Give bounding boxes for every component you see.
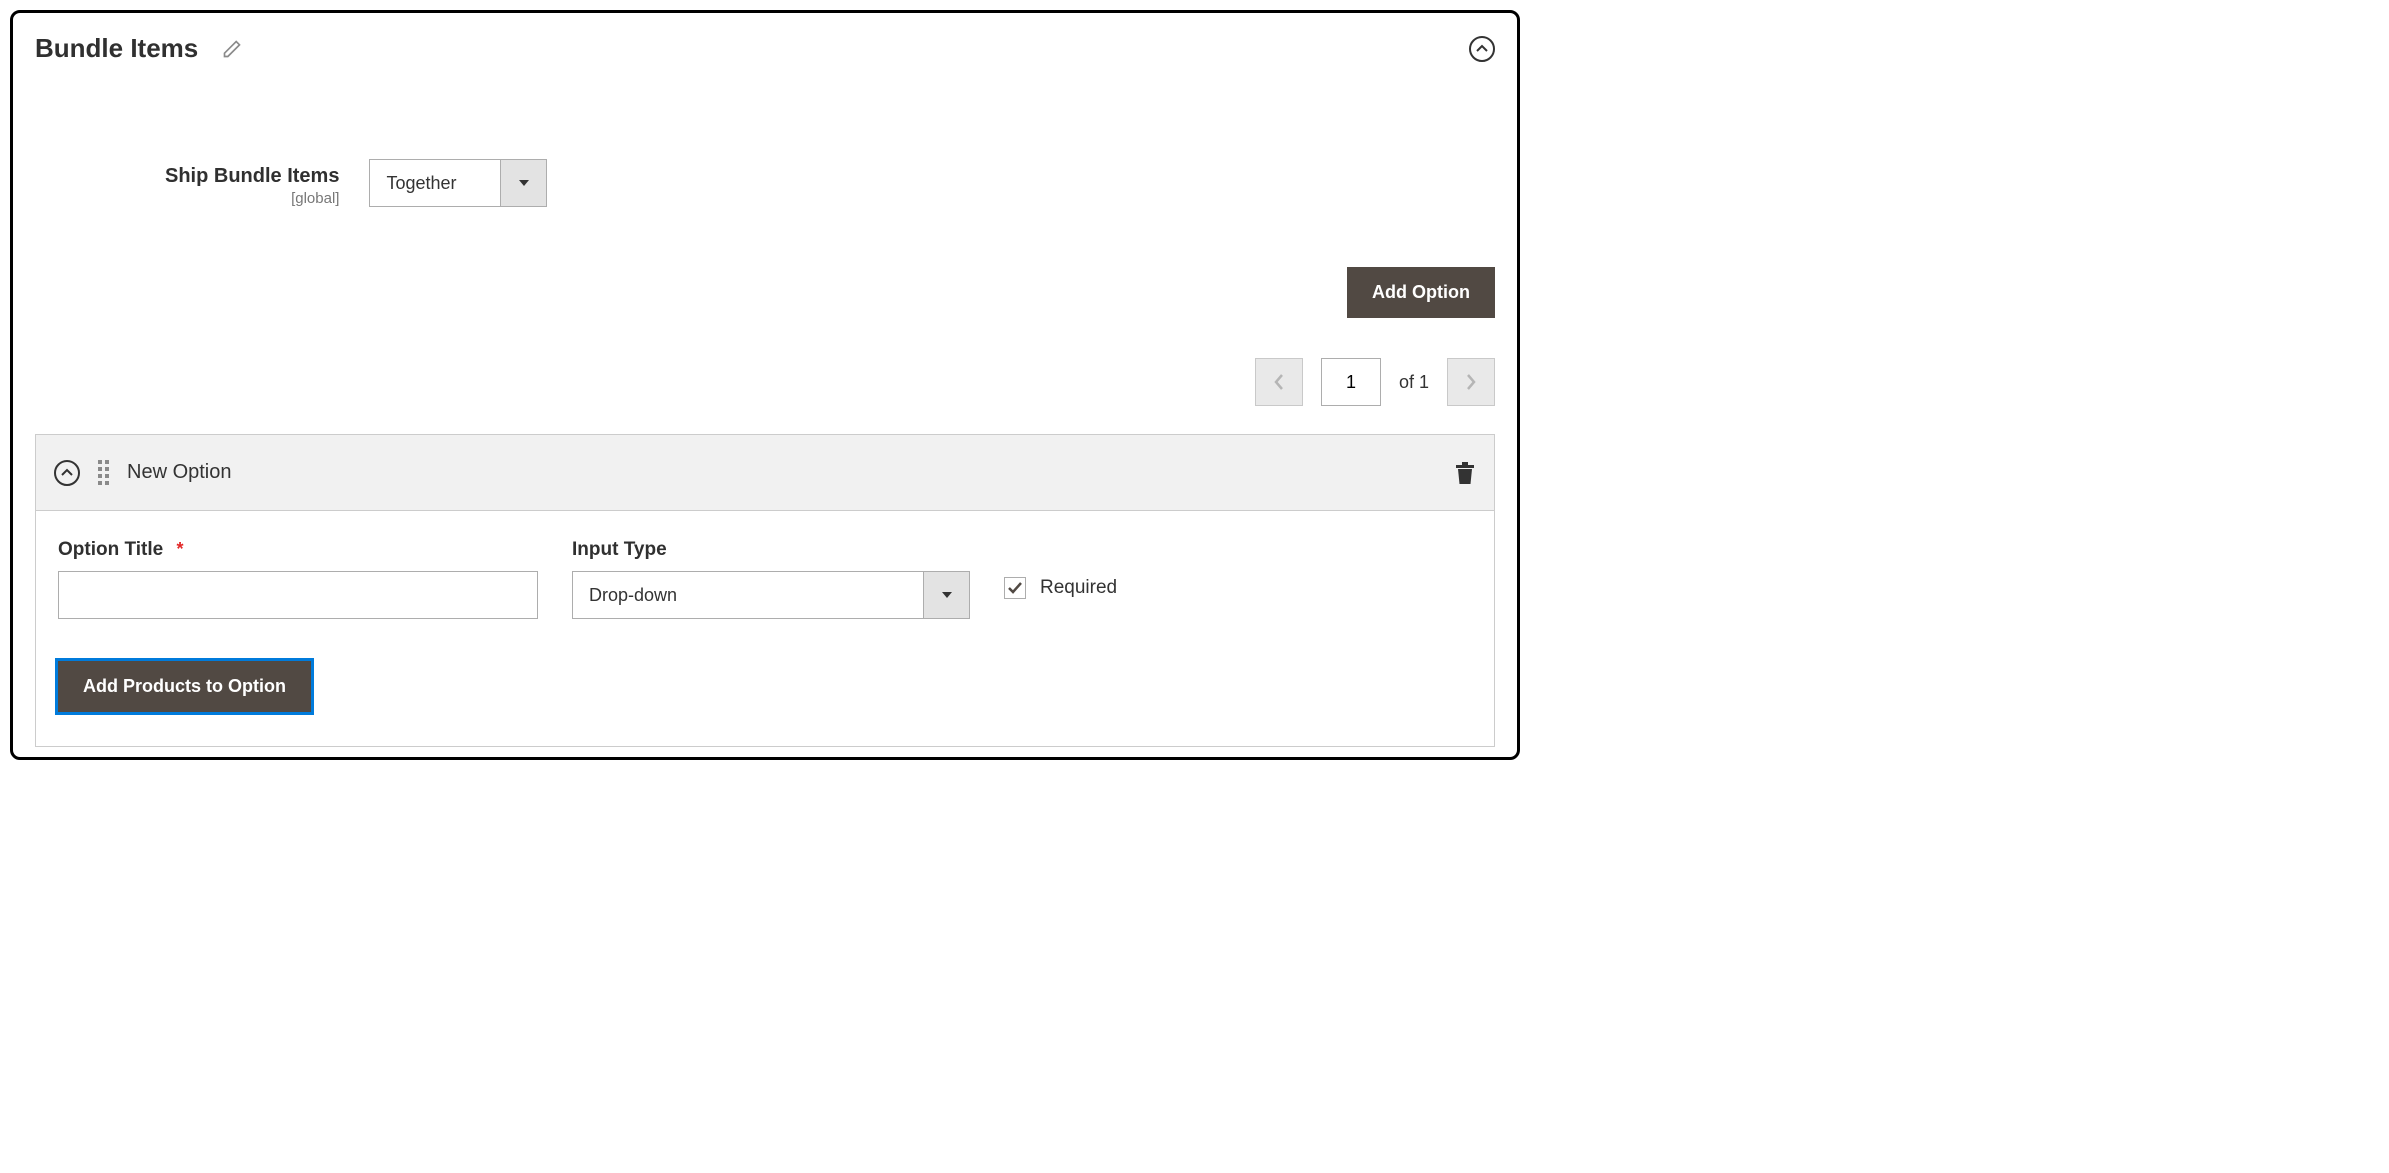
- input-type-label: Input Type: [572, 539, 970, 561]
- option-fields-row: Option Title * Input Type Drop-down: [58, 539, 1472, 619]
- add-option-row: Add Option: [35, 267, 1495, 318]
- pager-prev-button[interactable]: [1255, 358, 1303, 406]
- dropdown-trigger-icon: [923, 572, 969, 618]
- ship-bundle-items-select[interactable]: Together: [369, 159, 547, 207]
- section-title: Bundle Items: [35, 33, 198, 64]
- pager-total: 1: [1419, 372, 1429, 392]
- option-title-label: Option Title *: [58, 539, 538, 561]
- dropdown-trigger-icon: [500, 160, 546, 206]
- pager: of 1: [35, 358, 1495, 406]
- section-collapse-toggle[interactable]: [1469, 36, 1495, 62]
- ship-label-text: Ship Bundle Items: [165, 165, 339, 187]
- option-title-label-text: Option Title: [58, 539, 163, 560]
- pager-of-label: of 1: [1399, 372, 1429, 393]
- option-header: New Option: [36, 435, 1494, 511]
- input-type-select[interactable]: Drop-down: [572, 571, 970, 619]
- add-option-button[interactable]: Add Option: [1347, 267, 1495, 318]
- bundle-items-section: Bundle Items Ship Bundle Items [global] …: [10, 10, 1520, 760]
- input-type-field: Input Type Drop-down: [572, 539, 970, 619]
- option-title-field: Option Title *: [58, 539, 538, 619]
- pager-page-input[interactable]: [1321, 358, 1381, 406]
- drag-handle-icon[interactable]: [98, 460, 109, 485]
- required-field: Required: [1004, 577, 1117, 599]
- option-header-title: New Option: [127, 461, 1436, 484]
- edit-icon[interactable]: [222, 39, 242, 59]
- section-header-left: Bundle Items: [35, 33, 242, 64]
- required-checkbox[interactable]: [1004, 577, 1026, 599]
- ship-bundle-items-field: Ship Bundle Items [global] Together: [165, 159, 1495, 207]
- ship-select-value: Together: [370, 160, 500, 206]
- ship-bundle-items-label: Ship Bundle Items [global]: [165, 159, 339, 207]
- required-asterisk: *: [176, 539, 183, 559]
- add-products-row: Add Products to Option: [58, 661, 1472, 712]
- option-title-input[interactable]: [58, 571, 538, 619]
- bundle-option-block: New Option Option Title *: [35, 434, 1495, 747]
- option-body: Option Title * Input Type Drop-down: [36, 511, 1494, 746]
- add-products-to-option-button[interactable]: Add Products to Option: [58, 661, 311, 712]
- ship-scope-text: [global]: [165, 190, 339, 207]
- input-type-value: Drop-down: [573, 572, 923, 618]
- section-header: Bundle Items: [35, 33, 1495, 64]
- pager-of-word: of: [1399, 372, 1414, 392]
- delete-option-icon[interactable]: [1454, 461, 1476, 485]
- pager-next-button[interactable]: [1447, 358, 1495, 406]
- option-collapse-toggle[interactable]: [54, 460, 80, 486]
- required-label: Required: [1040, 577, 1117, 599]
